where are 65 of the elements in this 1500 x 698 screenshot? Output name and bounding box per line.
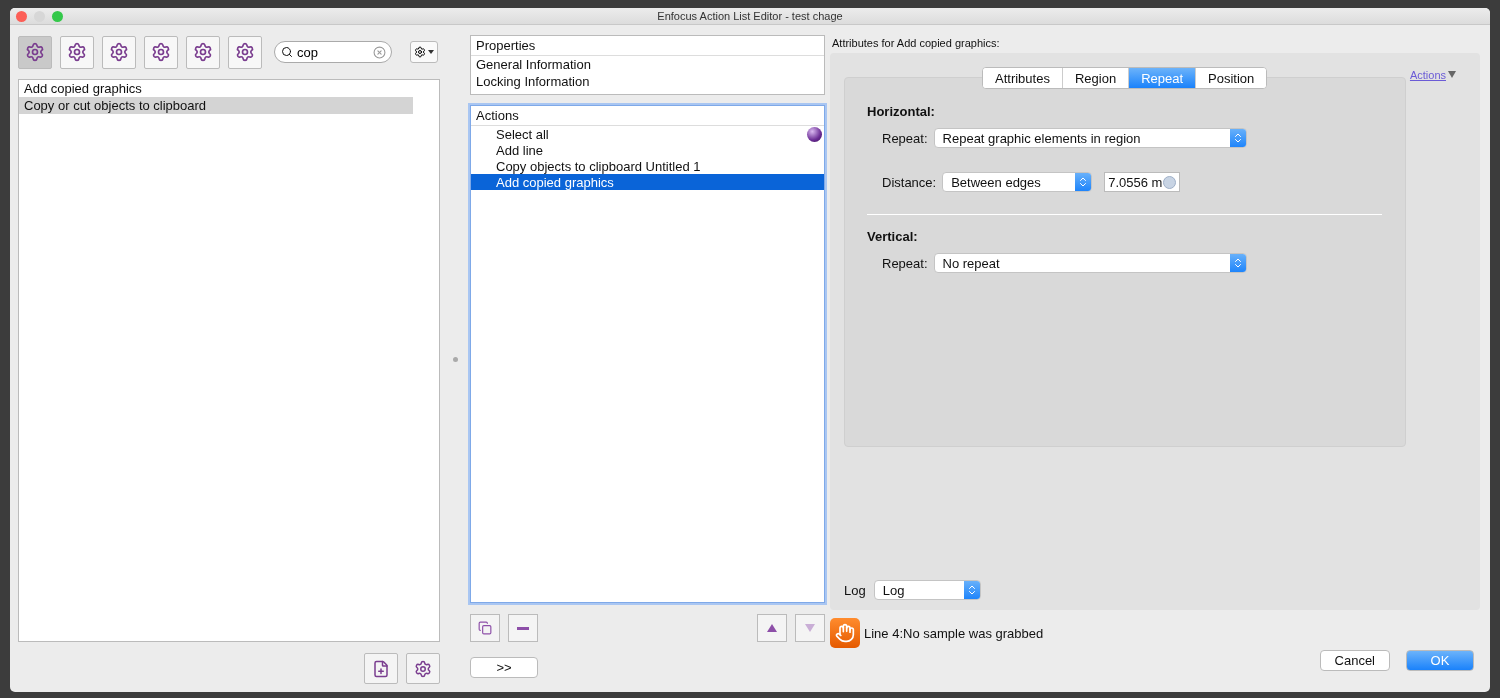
- distance-input[interactable]: 7.0556 m: [1104, 172, 1181, 192]
- duplicate-icon: [478, 621, 492, 635]
- gear-icon: [109, 42, 129, 62]
- stop-hand-icon: [830, 618, 860, 648]
- attributes-heading: Attributes for Add copied graphics:: [831, 36, 1001, 51]
- gear-icon: [414, 46, 426, 58]
- gear-icon: [151, 42, 171, 62]
- repeat-select[interactable]: Repeat graphic elements in region: [933, 128, 1247, 148]
- close-icon[interactable]: [16, 10, 27, 22]
- gear-icon: [193, 42, 213, 62]
- field-label: Log: [844, 582, 866, 598]
- duplicate-button[interactable]: [470, 614, 500, 642]
- field-label: Distance:: [882, 174, 937, 190]
- field-label: Repeat:: [882, 255, 928, 271]
- tab[interactable]: Attributes: [983, 68, 1063, 88]
- action-item[interactable]: Copy objects to clipboard Untitled 1: [471, 158, 824, 174]
- status-ball-icon: [807, 126, 822, 142]
- tool-button[interactable]: [228, 35, 262, 69]
- gear-icon: [25, 42, 45, 62]
- actions-link[interactable]: Actions: [1409, 69, 1446, 81]
- library-item[interactable]: Add copied graphics: [19, 80, 413, 97]
- tool-button[interactable]: [144, 35, 178, 69]
- minus-icon: [517, 626, 529, 630]
- search-field[interactable]: cop: [274, 41, 392, 63]
- property-item[interactable]: General Information: [471, 56, 824, 73]
- tool-button[interactable]: [60, 35, 94, 69]
- caret-icon: [428, 50, 434, 54]
- splitter-handle[interactable]: [452, 357, 458, 362]
- gear-icon: [235, 42, 255, 62]
- gear-icon: [414, 659, 432, 678]
- up-triangle-icon: [767, 624, 777, 632]
- stepper-icon: [1229, 129, 1246, 147]
- dropdown-triangle-icon: [1448, 71, 1456, 78]
- action-item[interactable]: Select all: [471, 126, 824, 142]
- status-message: Line 4:No sample was grabbed: [864, 625, 1044, 641]
- log-select[interactable]: Log: [873, 580, 981, 600]
- document-plus-icon: [372, 659, 390, 678]
- dialog-button[interactable]: Cancel: [1319, 650, 1390, 671]
- distance-select[interactable]: Between edges: [942, 172, 1093, 192]
- section-heading: Horizontal:: [867, 104, 936, 119]
- action-item[interactable]: Add copied graphics: [471, 174, 824, 190]
- expand-button[interactable]: >>: [470, 657, 538, 678]
- library-item[interactable]: Copy or cut objects to clipboard: [19, 97, 413, 114]
- field-label: Repeat:: [882, 130, 928, 146]
- stepper-icon: [1075, 173, 1092, 191]
- tool-button[interactable]: [102, 35, 136, 69]
- repeat-select[interactable]: No repeat: [933, 253, 1247, 273]
- down-triangle-icon: [805, 624, 815, 632]
- remove-button[interactable]: [508, 614, 538, 642]
- property-item[interactable]: Locking Information: [471, 73, 824, 90]
- add-gear-button[interactable]: [406, 653, 440, 684]
- action-item[interactable]: Add line: [471, 142, 824, 158]
- clear-icon[interactable]: [373, 46, 386, 59]
- stepper-icon: [963, 581, 980, 599]
- tool-button[interactable]: [18, 35, 52, 69]
- section-heading: Vertical:: [867, 229, 919, 244]
- stepper-icon: [1229, 254, 1246, 272]
- settings-menu-button[interactable]: [410, 41, 438, 63]
- tool-button[interactable]: [186, 35, 220, 69]
- new-document-button[interactable]: [364, 653, 398, 684]
- info-icon: [1163, 175, 1177, 189]
- search-icon: [281, 46, 293, 58]
- window-title: Enfocus Action List Editor - test chage: [656, 10, 844, 22]
- gear-icon: [67, 42, 87, 62]
- move-up-button[interactable]: [757, 614, 787, 642]
